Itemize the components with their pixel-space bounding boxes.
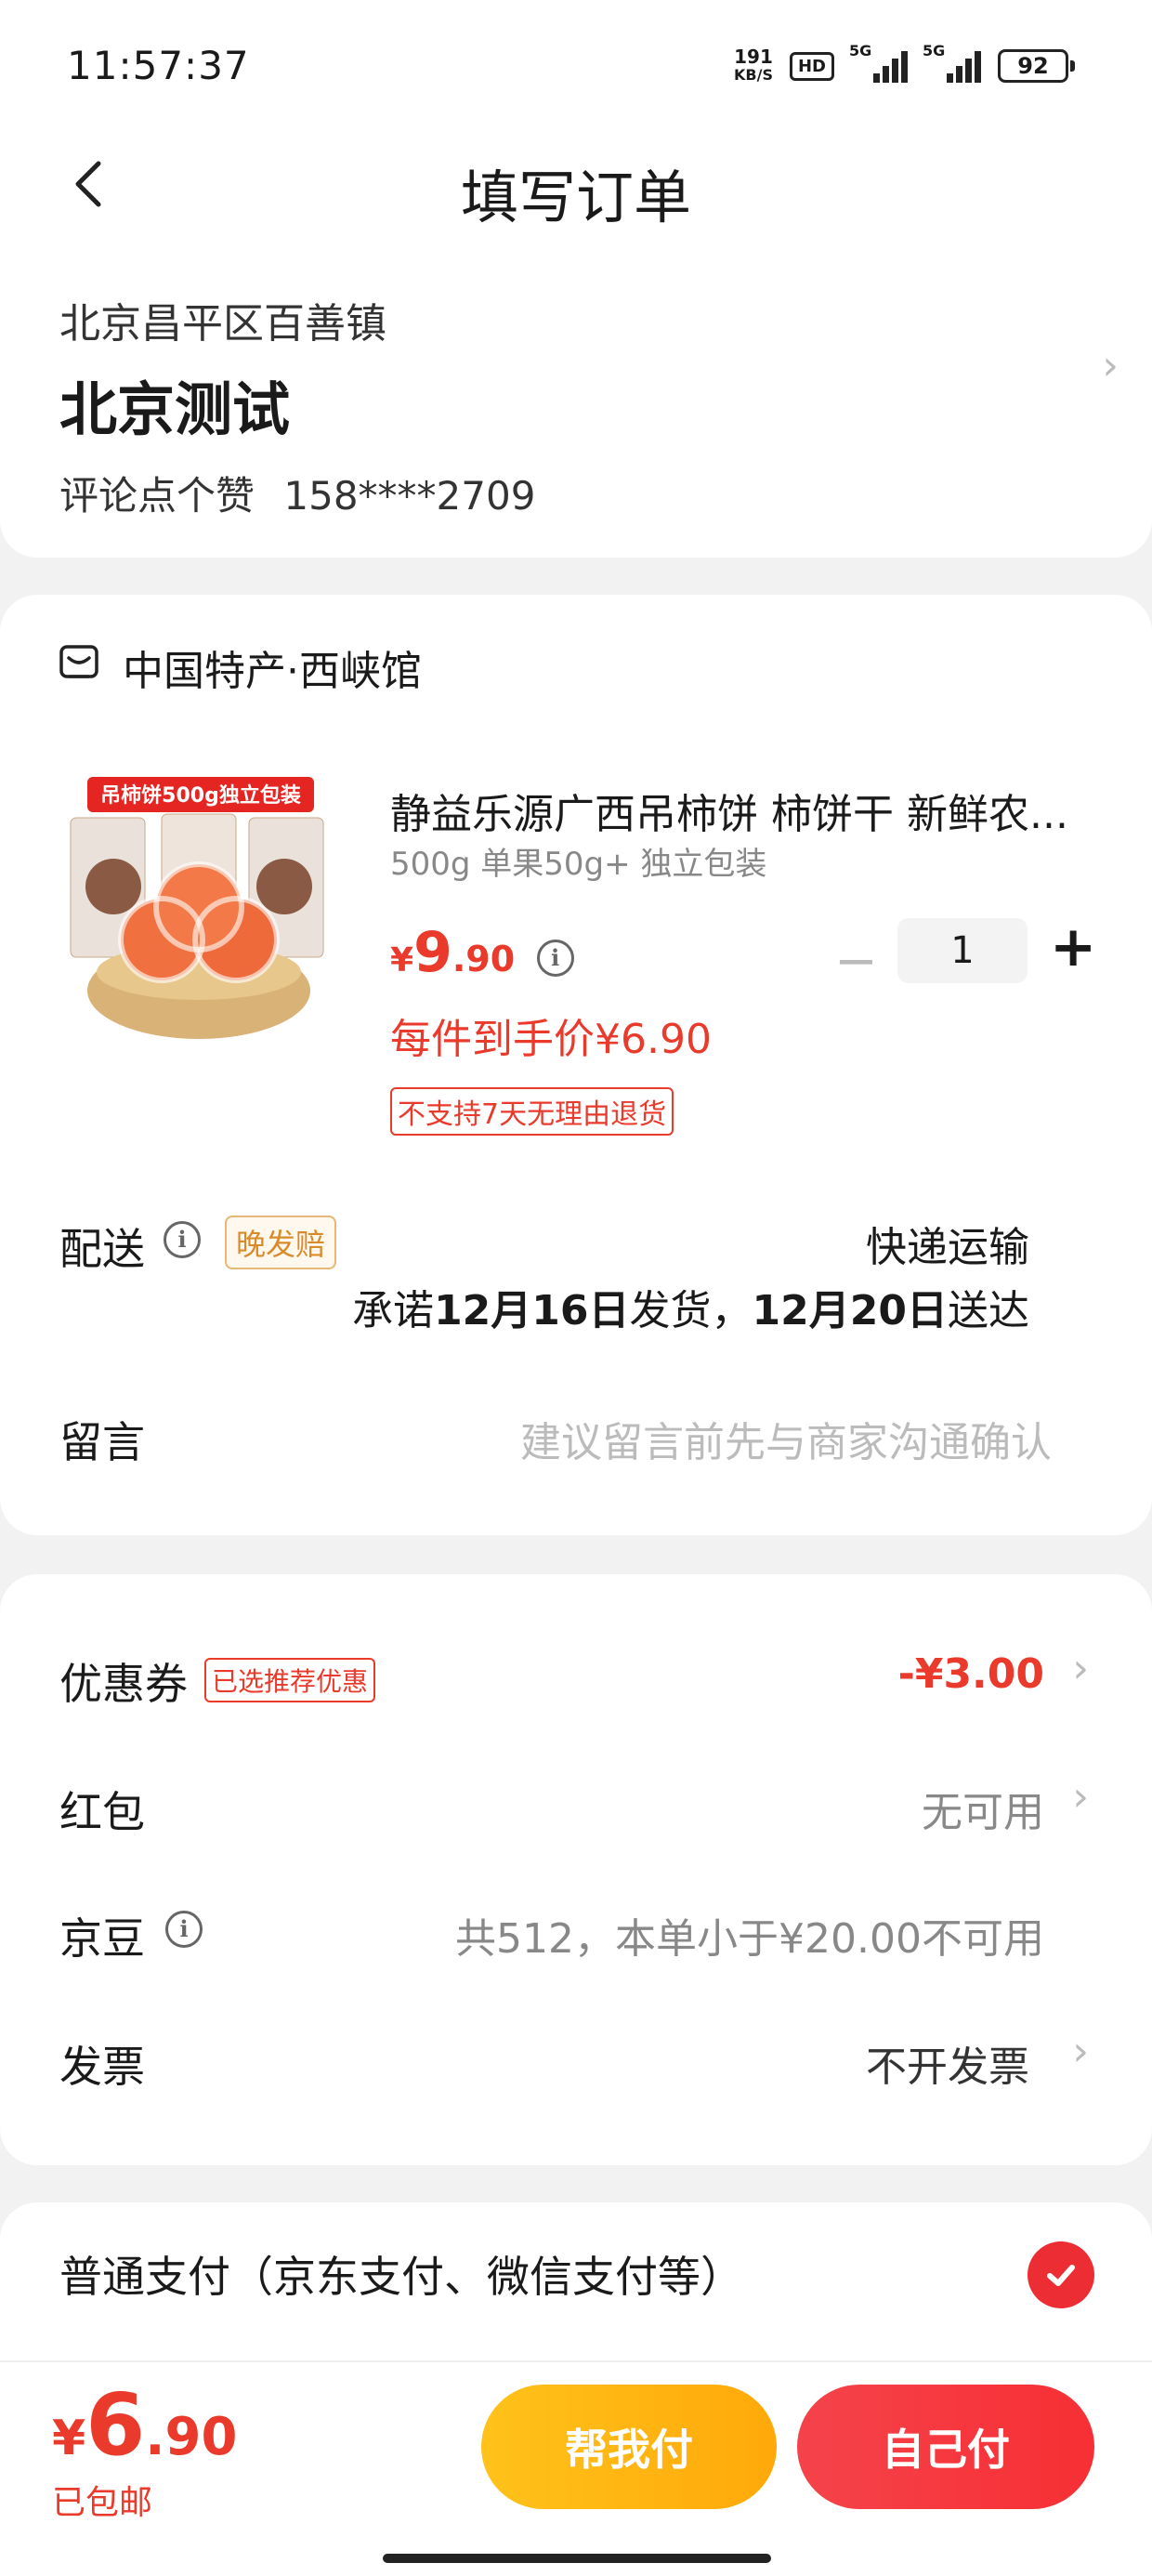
friend-pay-button[interactable]: 帮我付 — [481, 2385, 777, 2509]
message-label: 留言 — [59, 1417, 145, 1467]
info-icon[interactable]: i — [164, 1221, 201, 1258]
minus-icon[interactable]: − — [834, 931, 878, 992]
late-compensation-tag: 晚发赔 — [225, 1216, 337, 1269]
redpacket-value[interactable]: 无可用 — [922, 1779, 1044, 1838]
shop-name[interactable]: 中国特产·西峡馆 — [123, 637, 422, 697]
shop-icon — [59, 645, 98, 678]
page-title: 填写订单 — [460, 164, 691, 231]
product-price: ¥9.90 i — [390, 920, 574, 985]
plus-icon[interactable]: + — [1050, 914, 1096, 979]
battery-icon: 92 — [998, 49, 1075, 83]
chevron-right-icon[interactable]: › — [1072, 1645, 1089, 1692]
redpacket-label: 红包 — [59, 1787, 145, 1837]
status-bar: 11:57:37 191 KB/S HD 5G 5G 92 — [0, 0, 1152, 130]
network-speed: 191 KB/S — [734, 46, 773, 84]
invoice-label: 发票 — [59, 2042, 145, 2092]
signal-icon-2: 5G — [923, 42, 981, 83]
status-time: 11:57:37 — [67, 43, 250, 88]
coupon-label: 优惠券 — [59, 1659, 188, 1709]
chevron-right-icon[interactable]: › — [1072, 2028, 1089, 2075]
payment-method-label: 普通支付（京东支付、微信支付等） — [59, 2252, 743, 2302]
page-header: 填写订单 — [0, 130, 1152, 242]
signal-icon: 5G — [849, 42, 908, 83]
info-icon[interactable]: i — [536, 940, 574, 977]
product-title[interactable]: 静益乐源广西吊柿饼 柿饼干 新鲜农... — [390, 781, 1096, 840]
address-card[interactable]: 北京昌平区百善镇 北京测试 评论点个赞 158****2709 › — [0, 242, 1152, 558]
contact-phone: 158****2709 — [283, 473, 536, 519]
info-icon[interactable]: i — [165, 1911, 203, 1948]
checkout-bar: ¥6.90 已包邮 帮我付 自己付 — [0, 2360, 1152, 2576]
delivery-label: 配送 — [59, 1224, 145, 1274]
invoice-value[interactable]: 不开发票 — [866, 2033, 1029, 2093]
address-region: 北京昌平区百善镇 — [59, 300, 386, 348]
shipping-method[interactable]: 快递运输 — [866, 1214, 1029, 1273]
shipping-promise: 承诺12月16日发货，12月20日送达 — [352, 1287, 1029, 1334]
chevron-right-icon[interactable]: › — [1072, 1773, 1089, 1820]
message-input[interactable]: 建议留言前先与商家沟通确认 — [520, 1409, 1052, 1468]
image-banner: 吊柿饼500g独立包装 — [100, 783, 301, 808]
shop-card: 中国特产·西峡馆 吊柿饼500g独立包装 静益乐源广西吊柿饼 柿饼干 新鲜农..… — [0, 595, 1152, 1535]
final-price: 每件到手价¥6.90 — [390, 1016, 712, 1063]
discount-card: 优惠券 已选推荐优惠 -¥3.00 › 红包 无可用 › 京豆 i 共512，本… — [0, 1574, 1152, 2165]
address-contact: 评论点个赞 158****2709 — [59, 465, 535, 521]
self-pay-button[interactable]: 自己付 — [797, 2385, 1094, 2509]
status-icons: 191 KB/S HD 5G 5G 92 — [734, 42, 1075, 89]
coupon-recommended-tag: 已选推荐优惠 — [204, 1658, 376, 1702]
jingdou-label: 京豆 — [59, 1913, 145, 1964]
product-image[interactable]: 吊柿饼500g独立包装 — [59, 777, 338, 1056]
shipping-note: 已包邮 — [52, 2484, 153, 2522]
product-spec: 500g 单果50g+ 独立包装 — [390, 846, 767, 883]
address-name: 北京测试 — [59, 375, 291, 443]
return-policy-badge: 不支持7天无理由退货 — [390, 1087, 674, 1136]
jingdou-value: 共512，本单小于¥20.00不可用 — [455, 1915, 1044, 1963]
total-price: ¥6.90 — [52, 2375, 238, 2475]
chevron-right-icon[interactable]: › — [1102, 342, 1119, 389]
hd-icon: HD — [789, 51, 834, 81]
home-indicator[interactable] — [383, 2554, 771, 2563]
contact-name: 评论点个赞 — [59, 473, 255, 519]
check-icon[interactable] — [1028, 2241, 1094, 2308]
quantity-input[interactable]: 1 — [897, 918, 1028, 983]
coupon-value[interactable]: -¥3.00 — [898, 1650, 1044, 1698]
